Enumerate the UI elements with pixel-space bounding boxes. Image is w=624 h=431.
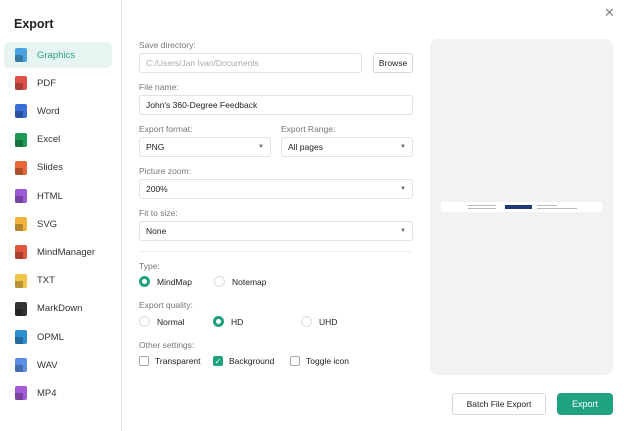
sidebar-item-word[interactable]: Word — [4, 98, 112, 124]
option-label: Transparent — [155, 356, 201, 366]
sidebar: Export Graphics PDF Word Excel Slides HTML SVG… — [0, 0, 122, 431]
checkbox-icon — [139, 356, 149, 366]
sidebar-item-mp4[interactable]: MP4 — [4, 380, 112, 406]
export-format-label: Export format: — [139, 124, 193, 134]
sidebar-item-label: HTML — [37, 190, 63, 202]
option-label: MindMap — [157, 276, 192, 287]
sidebar-item-label: MarkDown — [37, 303, 83, 315]
export-range-value: All pages — [288, 142, 323, 152]
batch-file-export-button[interactable]: Batch File Export — [452, 393, 546, 415]
sidebar-item-label: Graphics — [37, 49, 76, 61]
excel-file-icon — [15, 132, 27, 147]
sidebar-item-label: Word — [37, 105, 60, 117]
fit-size-value: None — [146, 226, 167, 236]
divider — [139, 251, 412, 252]
picture-zoom-value: 200% — [146, 184, 168, 194]
sidebar-item-slides[interactable]: Slides — [4, 155, 112, 181]
fit-size-select[interactable]: None ▼ — [139, 221, 413, 241]
save-directory-label: Save directory: — [139, 40, 196, 50]
background-checkbox[interactable]: ✓ Background — [213, 356, 274, 366]
sidebar-item-label: PDF — [37, 77, 56, 89]
checkbox-checked-icon: ✓ — [213, 356, 223, 366]
graphics-file-icon — [15, 48, 27, 62]
sidebar-item-html[interactable]: HTML — [4, 183, 112, 209]
mindmap-thumbnail — [441, 202, 602, 212]
export-range-select[interactable]: All pages ▼ — [281, 137, 413, 157]
file-name-label: File name: — [139, 82, 179, 92]
export-range-label: Export Range: — [281, 124, 336, 134]
chevron-down-icon: ▼ — [258, 144, 264, 150]
type-label: Type: — [139, 261, 160, 271]
sidebar-item-wav[interactable]: WAV — [4, 352, 112, 378]
option-label: Background — [229, 356, 275, 366]
save-directory-input[interactable]: C:/Users/Jan Ivan/Documents — [139, 53, 362, 73]
sidebar-item-txt[interactable]: TXT — [4, 268, 112, 294]
file-name-input[interactable]: John's 360-Degree Feedback — [139, 95, 413, 115]
txt-file-icon — [15, 273, 27, 288]
sidebar-item-mindmanager[interactable]: MindManager — [4, 239, 112, 265]
close-icon[interactable]: ✕ — [604, 5, 615, 21]
chevron-down-icon: ▼ — [400, 228, 406, 234]
transparent-checkbox[interactable]: Transparent — [139, 356, 201, 366]
option-label: Toggle icon — [306, 356, 350, 366]
export-preview — [430, 39, 613, 375]
option-label: HD — [231, 316, 244, 327]
radio-checked-icon — [213, 316, 224, 327]
sidebar-item-label: MindManager — [37, 246, 96, 258]
sidebar-item-label: WAV — [37, 359, 58, 371]
svg-file-icon — [15, 217, 27, 232]
quality-uhd-radio[interactable]: UHD — [301, 316, 337, 327]
sidebar-item-opml[interactable]: OPML — [4, 324, 112, 350]
sidebar-item-label: MP4 — [37, 387, 57, 399]
chevron-down-icon: ▼ — [400, 144, 406, 150]
word-file-icon — [15, 104, 27, 119]
sidebar-item-svg[interactable]: SVG — [4, 211, 112, 237]
sidebar-item-excel[interactable]: Excel — [4, 127, 112, 153]
radio-icon — [301, 316, 312, 327]
option-label: Notemap — [232, 276, 267, 287]
mp4-file-icon — [15, 386, 27, 401]
radio-icon — [139, 316, 150, 327]
quality-normal-radio[interactable]: Normal — [139, 316, 184, 327]
dialog-title: Export — [14, 17, 54, 31]
export-button[interactable]: Export — [557, 393, 613, 415]
picture-zoom-select[interactable]: 200% ▼ — [139, 179, 413, 199]
export-format-select[interactable]: PNG ▼ — [139, 137, 271, 157]
opml-file-icon — [15, 330, 27, 344]
picture-zoom-label: Picture zoom: — [139, 166, 191, 176]
quality-label: Export quality: — [139, 300, 193, 310]
sidebar-item-pdf[interactable]: PDF — [4, 70, 112, 96]
html-file-icon — [15, 189, 27, 203]
other-settings-label: Other settings: — [139, 340, 195, 350]
pdf-file-icon — [15, 76, 27, 91]
sidebar-item-graphics[interactable]: Graphics — [4, 42, 112, 68]
sidebar-item-label: OPML — [37, 331, 64, 343]
markdown-file-icon — [15, 301, 27, 316]
slides-file-icon — [15, 160, 27, 175]
export-format-value: PNG — [146, 142, 165, 152]
quality-hd-radio[interactable]: HD — [213, 316, 243, 327]
toggle-icon-checkbox[interactable]: Toggle icon — [290, 356, 349, 366]
chevron-down-icon: ▼ — [400, 186, 406, 192]
option-label: UHD — [319, 316, 338, 327]
type-notemap-radio[interactable]: Notemap — [214, 276, 267, 287]
sidebar-item-label: Slides — [37, 162, 63, 174]
sidebar-item-label: TXT — [37, 275, 55, 287]
fit-size-label: Fit to size: — [139, 208, 178, 218]
radio-checked-icon — [139, 276, 150, 287]
sidebar-item-label: Excel — [37, 134, 61, 146]
wav-file-icon — [15, 358, 27, 373]
mindmanager-file-icon — [15, 245, 27, 260]
type-mindmap-radio[interactable]: MindMap — [139, 276, 192, 287]
radio-icon — [214, 276, 225, 287]
sidebar-item-markdown[interactable]: MarkDown — [4, 296, 112, 322]
browse-button[interactable]: Browse — [373, 53, 413, 73]
sidebar-item-label: SVG — [37, 218, 58, 230]
option-label: Normal — [157, 316, 185, 327]
checkbox-icon — [290, 356, 300, 366]
